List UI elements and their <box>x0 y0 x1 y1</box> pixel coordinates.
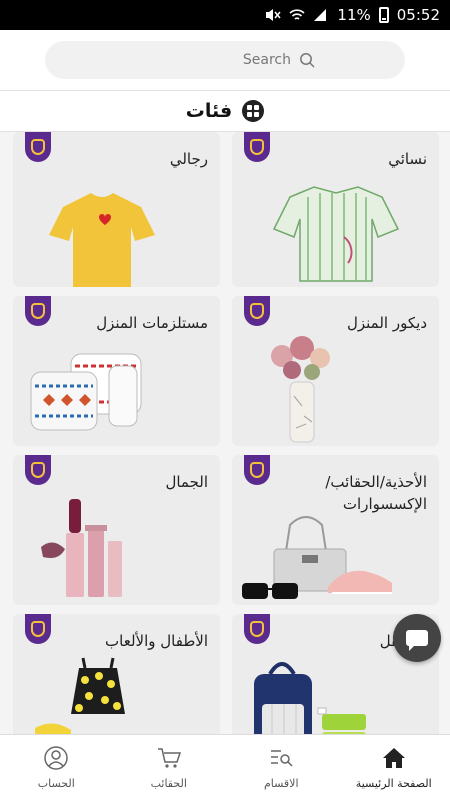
brand-badge-icon <box>25 614 51 644</box>
brand-badge-icon <box>25 132 51 162</box>
category-label: رجالي <box>169 150 208 168</box>
cushions-image <box>30 353 142 431</box>
category-label: ديكور المنزل <box>346 314 427 332</box>
yellow-tshirt-image <box>49 193 155 287</box>
search-input[interactable] <box>231 52 291 68</box>
chat-button[interactable] <box>393 614 441 662</box>
nav-bags-label: الحقائب <box>150 777 187 790</box>
grid-icon <box>242 100 265 122</box>
brand-badge-icon <box>25 296 51 326</box>
search-icon[interactable] <box>299 52 315 68</box>
categories-header: فئات <box>0 91 450 131</box>
category-grid: نسائي رجالي ديكور المنزل مستلزمات المنزل <box>0 132 450 734</box>
nav-departments[interactable]: الاقسام <box>225 735 338 800</box>
page-title: فئات <box>185 100 233 122</box>
category-card-home-supplies[interactable]: مستلزمات المنزل <box>13 296 220 446</box>
brand-badge-icon <box>244 132 270 162</box>
brand-badge-icon <box>244 455 270 485</box>
home-icon <box>382 748 405 768</box>
wifi-icon <box>289 8 305 22</box>
clock: 05:52 <box>396 6 440 24</box>
nav-home[interactable]: الصفحة الرئيسية <box>338 735 450 800</box>
flower-vase-image <box>271 336 330 443</box>
brand-badge-icon <box>244 296 270 326</box>
category-label: الجمال <box>165 473 208 491</box>
category-card-men[interactable]: رجالي <box>13 132 220 287</box>
nav-account[interactable]: الحساب <box>0 735 113 800</box>
lipsticks-image <box>41 499 122 597</box>
category-card-kids-toys[interactable]: الأطفال والألعاب <box>13 614 220 734</box>
bottom-navigation: الحساب الحقائب الاقسام الصفحة الرئيسية <box>0 734 450 800</box>
striped-shirt-image <box>272 186 400 282</box>
category-card-women[interactable]: نسائي <box>232 132 439 287</box>
brand-badge-icon <box>244 614 270 644</box>
nav-home-label: الصفحة الرئيسية <box>355 777 432 790</box>
list-search-icon <box>271 750 293 767</box>
nav-departments-label: الاقسام <box>263 777 299 790</box>
nav-bags[interactable]: الحقائب <box>113 735 226 800</box>
search-bar <box>0 30 450 90</box>
chat-icon <box>406 630 428 651</box>
category-label: مستلزمات المنزل <box>96 314 208 332</box>
cart-icon <box>157 748 181 768</box>
status-bar: 11% 05:52 <box>0 0 450 30</box>
user-icon <box>44 746 68 770</box>
signal-icon <box>313 8 329 22</box>
search-box[interactable] <box>45 41 405 79</box>
battery-icon <box>378 7 389 23</box>
brand-badge-icon <box>25 455 51 485</box>
category-card-shoes-bags[interactable]: الأحذية/الحقائب/الإكسسوارات <box>232 455 439 605</box>
mute-icon <box>265 8 281 22</box>
nav-account-label: الحساب <box>37 777 75 790</box>
bag-shoes-sunglasses-image <box>242 516 392 599</box>
category-label: نسائي <box>388 150 427 168</box>
category-card-home-decor[interactable]: ديكور المنزل <box>232 296 439 446</box>
kids-dress-image <box>35 657 125 734</box>
category-card-beauty[interactable]: الجمال <box>13 455 220 605</box>
battery-level: 11% <box>337 6 371 24</box>
